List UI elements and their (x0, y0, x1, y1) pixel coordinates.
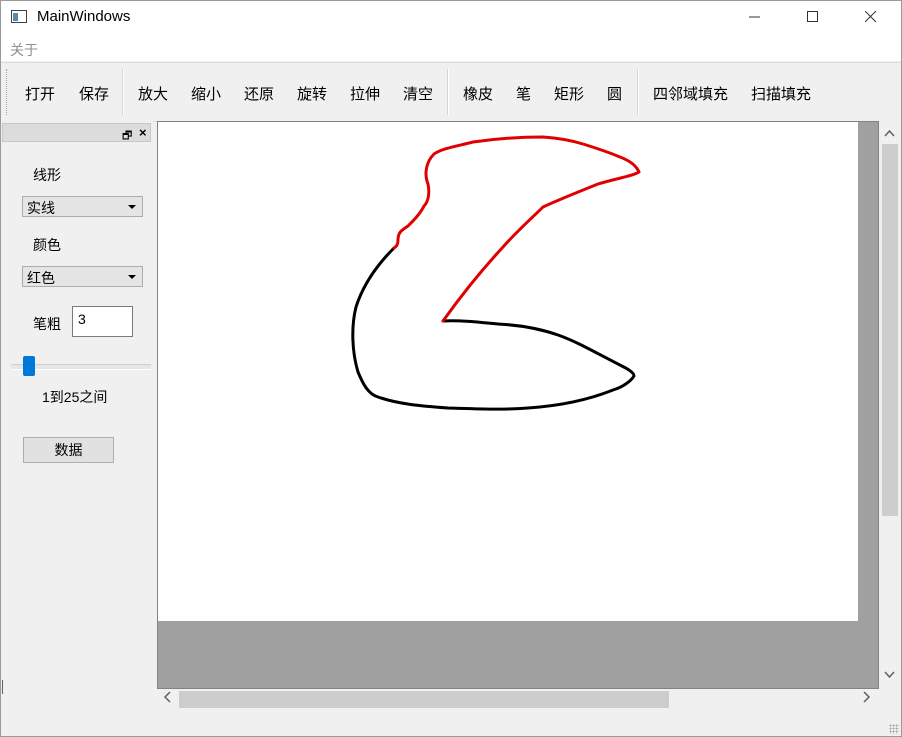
zoom-in-button[interactable]: 放大 (138, 83, 168, 104)
pen-width-input[interactable]: 3 (72, 306, 133, 337)
size-grip-icon[interactable] (889, 724, 899, 734)
stretch-button[interactable]: 拉伸 (350, 83, 380, 104)
pen-button[interactable]: 笔 (516, 83, 531, 104)
horizontal-scroll-thumb[interactable] (179, 691, 669, 708)
app-icon (11, 10, 27, 23)
pen-width-label: 笔粗 (33, 316, 61, 332)
dock-close-icon[interactable]: × (139, 125, 147, 140)
menu-bar: 关于 (1, 33, 901, 61)
chevron-down-icon (128, 275, 136, 279)
restore-button[interactable]: 还原 (244, 83, 274, 104)
rectangle-button[interactable]: 矩形 (554, 83, 584, 104)
maximize-button[interactable] (784, 1, 842, 33)
minimize-button[interactable] (726, 1, 784, 33)
chevron-down-icon (128, 205, 136, 209)
menu-about[interactable]: 关于 (10, 40, 38, 60)
title-bar: MainWindows (1, 1, 901, 33)
pen-width-slider-handle[interactable] (23, 356, 35, 376)
toolbar-grip[interactable] (6, 69, 9, 115)
window-title: MainWindows (37, 8, 131, 25)
clear-button[interactable]: 清空 (403, 83, 433, 104)
scroll-up-icon[interactable] (884, 126, 895, 140)
rotate-button[interactable]: 旋转 (297, 83, 327, 104)
dock-panel: 🗗 × 线形 实线 颜色 红色 笔粗 3 1到25之间 数据 (1, 121, 153, 711)
data-button[interactable]: 数据 (23, 437, 114, 463)
open-button[interactable]: 打开 (25, 83, 55, 104)
vertical-scroll-thumb[interactable] (882, 144, 898, 516)
toolbar: 打开 保存 放大 缩小 还原 旋转 拉伸 清空 橡皮 笔 矩形 圆 四邻域填充 … (1, 62, 901, 122)
dock-title-bar[interactable]: 🗗 × (2, 123, 151, 142)
maximize-icon (807, 11, 818, 22)
color-value: 红色 (27, 270, 55, 286)
close-button[interactable] (842, 1, 900, 33)
color-label: 颜色 (33, 237, 61, 253)
save-button[interactable]: 保存 (79, 83, 109, 104)
scroll-down-icon[interactable] (884, 668, 895, 682)
minimize-icon (749, 16, 760, 18)
circle-button[interactable]: 圆 (607, 83, 622, 104)
four-neighbor-fill-button[interactable]: 四邻域填充 (653, 83, 728, 104)
zoom-out-button[interactable]: 缩小 (191, 83, 221, 104)
close-icon (865, 11, 877, 23)
range-hint: 1到25之间 (42, 389, 108, 405)
line-style-value: 实线 (27, 200, 55, 216)
status-bar (1, 711, 901, 736)
color-combo[interactable]: 红色 (22, 266, 143, 287)
eraser-button[interactable]: 橡皮 (463, 83, 493, 104)
scanline-fill-button[interactable]: 扫描填充 (751, 83, 811, 104)
scroll-right-icon[interactable] (863, 690, 871, 707)
toolbar-separator (447, 69, 449, 115)
drawing-canvas[interactable] (158, 122, 858, 621)
toolbar-separator (122, 69, 124, 115)
vertical-scrollbar[interactable] (879, 121, 901, 689)
drawing-strokes (351, 135, 641, 411)
scroll-left-icon[interactable] (163, 690, 171, 707)
window-edge-marker (2, 680, 3, 694)
line-style-combo[interactable]: 实线 (22, 196, 143, 217)
main-window: MainWindows 关于 打开 保存 放大 缩小 还原 旋转 拉伸 清空 橡… (0, 0, 902, 737)
toolbar-separator (637, 69, 639, 115)
line-style-label: 线形 (33, 167, 61, 183)
float-icon[interactable]: 🗗 (122, 127, 132, 146)
red-stroke (392, 135, 641, 323)
horizontal-scrollbar[interactable] (157, 689, 879, 710)
black-stroke (351, 246, 636, 411)
